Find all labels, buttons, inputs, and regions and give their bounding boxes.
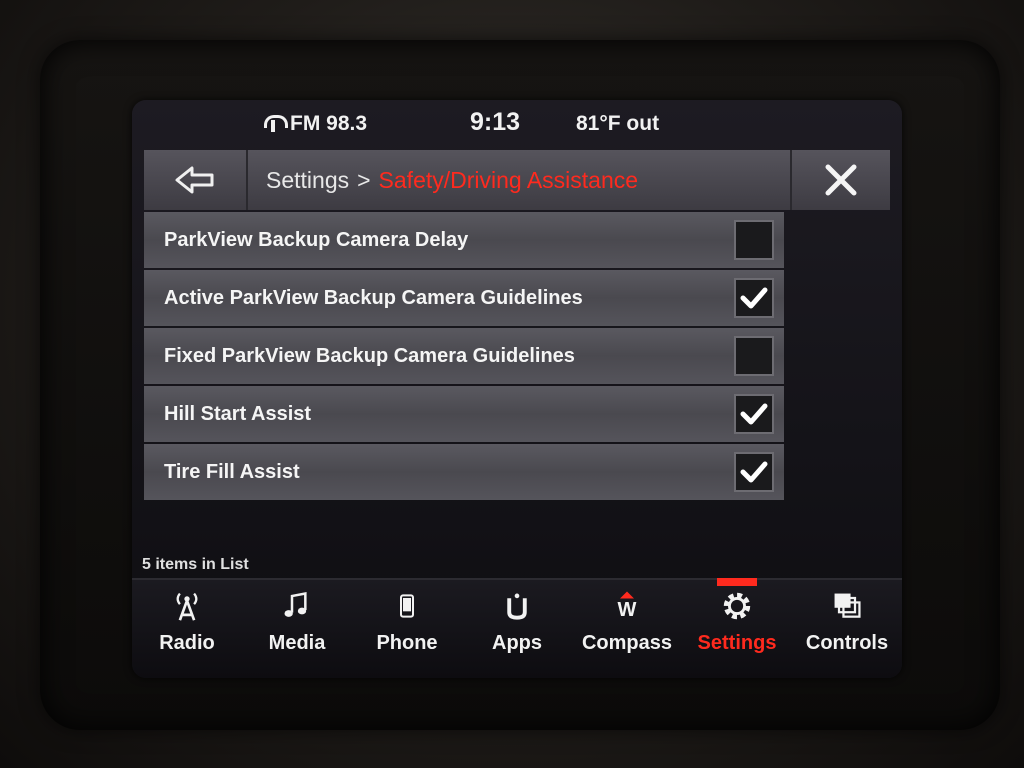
list-item-label: Tire Fill Assist (164, 460, 300, 483)
radio-station: FM 98.3 (290, 112, 368, 135)
settings-list: ParkView Backup Camera Delay Active Park… (144, 212, 784, 502)
list-item-label: ParkView Backup Camera Delay (164, 228, 469, 251)
breadcrumb-root[interactable]: Settings (266, 167, 349, 194)
nav-label: Media (268, 632, 326, 654)
nav-apps[interactable]: Apps (467, 588, 567, 655)
active-tab-indicator (717, 578, 757, 586)
checkmark-icon (740, 461, 768, 483)
nav-label: Settings (697, 632, 777, 654)
list-item-label: Active ParkView Backup Camera Guidelines (164, 286, 583, 309)
close-icon (825, 164, 857, 196)
nav-controls[interactable]: Controls (797, 588, 897, 655)
checkbox-unchecked[interactable] (734, 336, 774, 376)
list-item-label: Fixed ParkView Backup Camera Guidelines (164, 344, 575, 367)
breadcrumb: Settings > Safety/Driving Assistance (248, 167, 790, 194)
nav-label: Apps (492, 632, 542, 654)
controls-icon (827, 588, 867, 624)
back-arrow-icon (174, 165, 216, 195)
settings-header: Settings > Safety/Driving Assistance (144, 150, 890, 210)
checkmark-icon (740, 403, 768, 425)
checkbox-unchecked[interactable] (734, 220, 774, 260)
music-note-icon (277, 588, 317, 624)
list-item[interactable]: Hill Start Assist (144, 386, 784, 442)
nav-radio[interactable]: Radio (137, 588, 237, 655)
list-item[interactable]: Tire Fill Assist (144, 444, 784, 500)
phone-icon (387, 588, 427, 624)
close-button[interactable] (790, 150, 890, 210)
antenna-icon (167, 588, 207, 624)
checkmark-icon (740, 287, 768, 309)
infotainment-screen: FM 98.3 9:13 81°F out Settings > Safety/… (132, 100, 902, 678)
nav-settings[interactable]: Settings (687, 578, 787, 655)
breadcrumb-current: Safety/Driving Assistance (378, 166, 639, 193)
list-item[interactable]: ParkView Backup Camera Delay (144, 212, 784, 268)
clock: 9:13 (470, 108, 521, 136)
nav-label: Compass (581, 632, 673, 654)
list-count: 5 items in List (142, 556, 249, 573)
nav-label: Controls (805, 632, 889, 654)
list-item[interactable]: Active ParkView Backup Camera Guidelines (144, 270, 784, 326)
apps-icon (497, 588, 537, 624)
nav-label: Phone (376, 632, 438, 654)
list-item-label: Hill Start Assist (164, 402, 312, 425)
checkbox-checked[interactable] (734, 394, 774, 434)
gear-icon (717, 588, 757, 624)
radio-status[interactable]: FM 98.3 (262, 112, 367, 136)
checkbox-checked[interactable] (734, 452, 774, 492)
compass-icon: W (607, 588, 647, 624)
bottom-nav: Radio Media Phone Apps W Compass Setting… (132, 578, 902, 678)
nav-compass[interactable]: W Compass (577, 588, 677, 655)
breadcrumb-separator: > (357, 166, 371, 193)
checkbox-checked[interactable] (734, 278, 774, 318)
outside-temperature: 81°F out (576, 112, 660, 135)
nav-label: Radio (159, 632, 215, 654)
nav-media[interactable]: Media (247, 588, 347, 655)
nav-phone[interactable]: Phone (357, 588, 457, 655)
back-button[interactable] (144, 150, 248, 210)
radio-signal-icon (262, 114, 288, 134)
status-bar: FM 98.3 9:13 81°F out (132, 100, 902, 146)
compass-heading: W (617, 598, 637, 621)
list-item[interactable]: Fixed ParkView Backup Camera Guidelines (144, 328, 784, 384)
